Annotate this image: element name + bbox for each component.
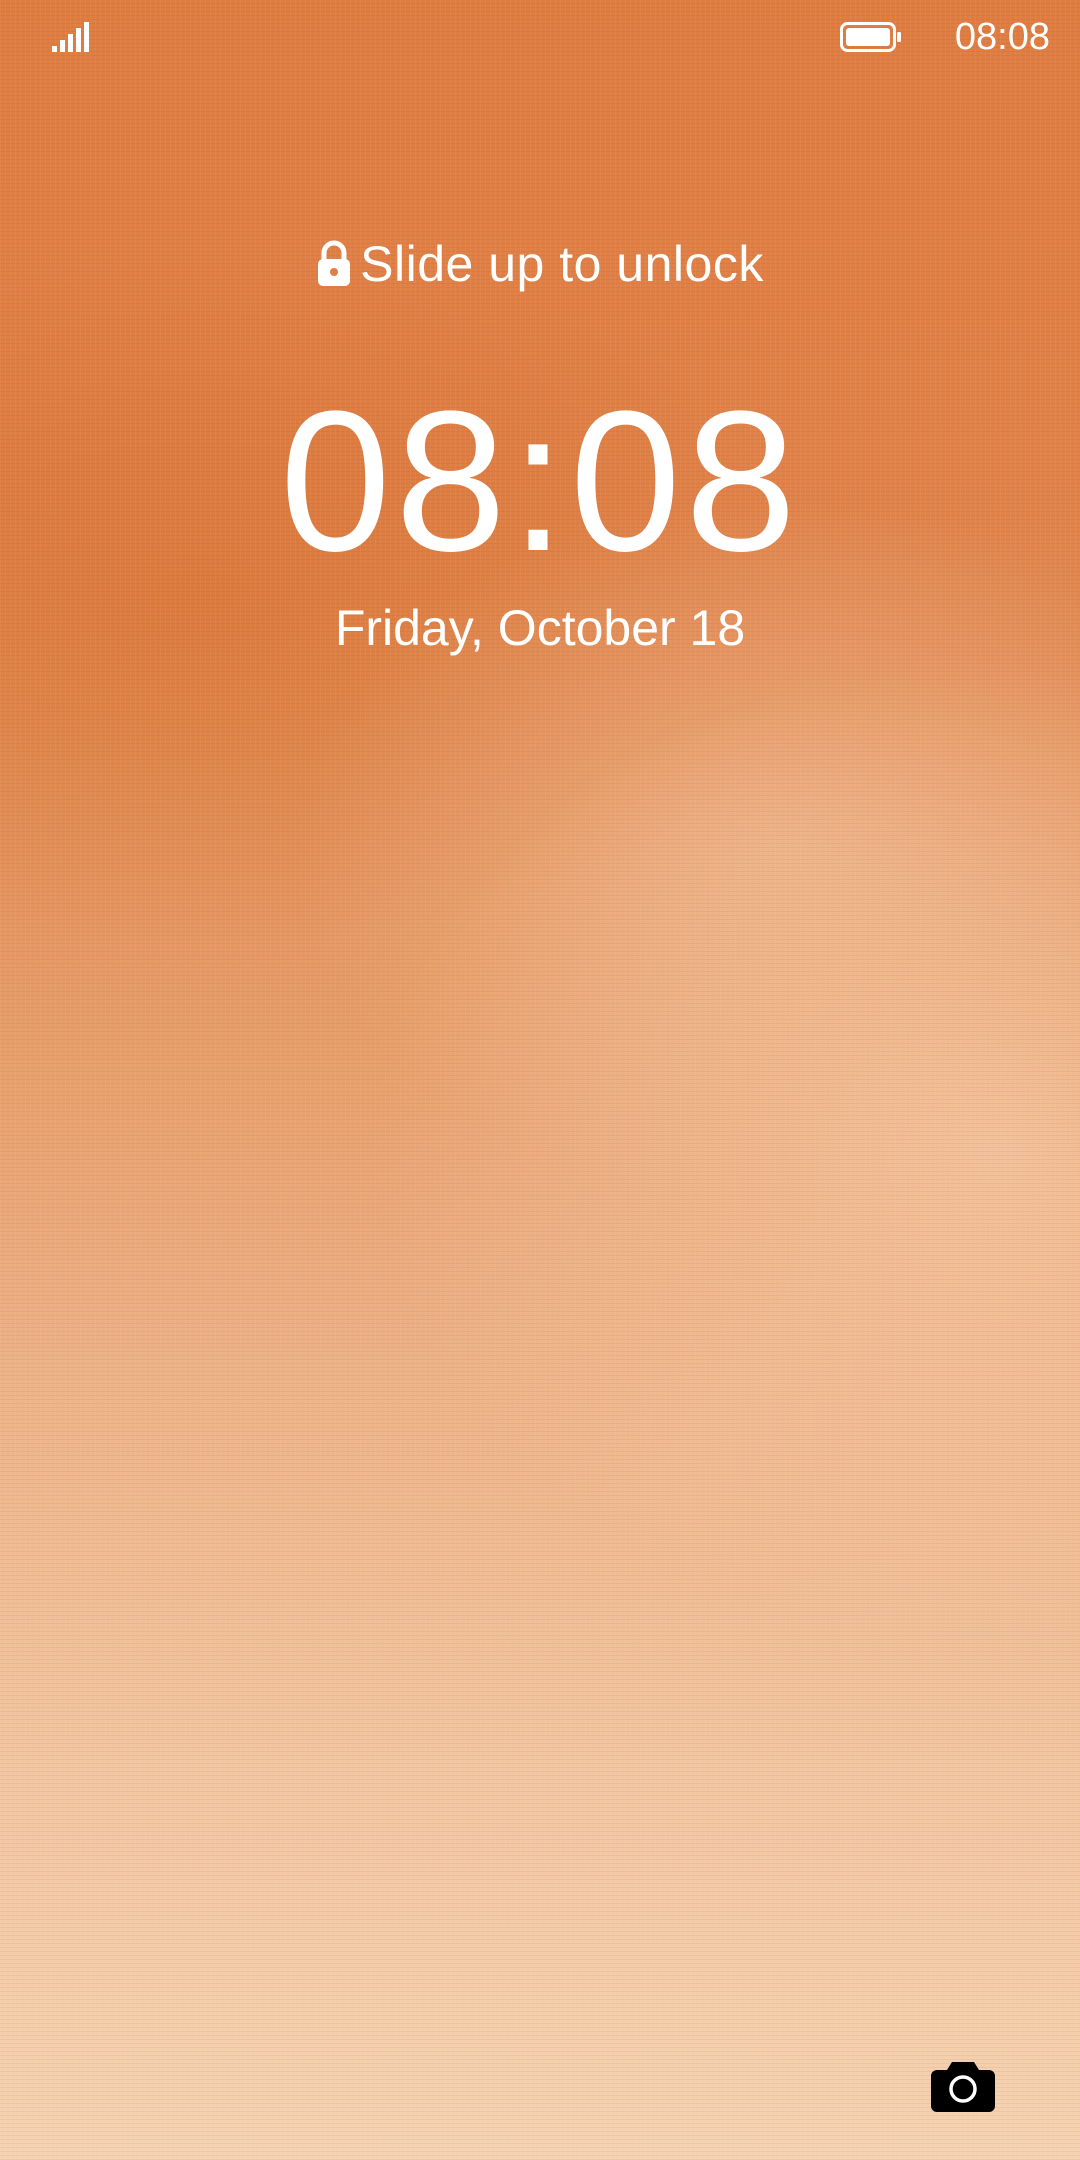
battery-icon [840,22,901,52]
status-bar: 08:08 [0,0,1080,72]
camera-icon[interactable] [930,2058,996,2112]
signal-icon [52,22,89,52]
lockscreen-date: Friday, October 18 [334,600,746,656]
status-bar-time: 08:08 [954,16,1050,58]
unlock-hint-text: Slide up to unlock [360,236,764,292]
wallpaper-texture [0,0,1080,2160]
lock-icon [318,240,351,286]
unlock-hint[interactable]: Slide up to unlock [0,232,1080,296]
lockscreen-clock: 08:08 [279,370,801,593]
